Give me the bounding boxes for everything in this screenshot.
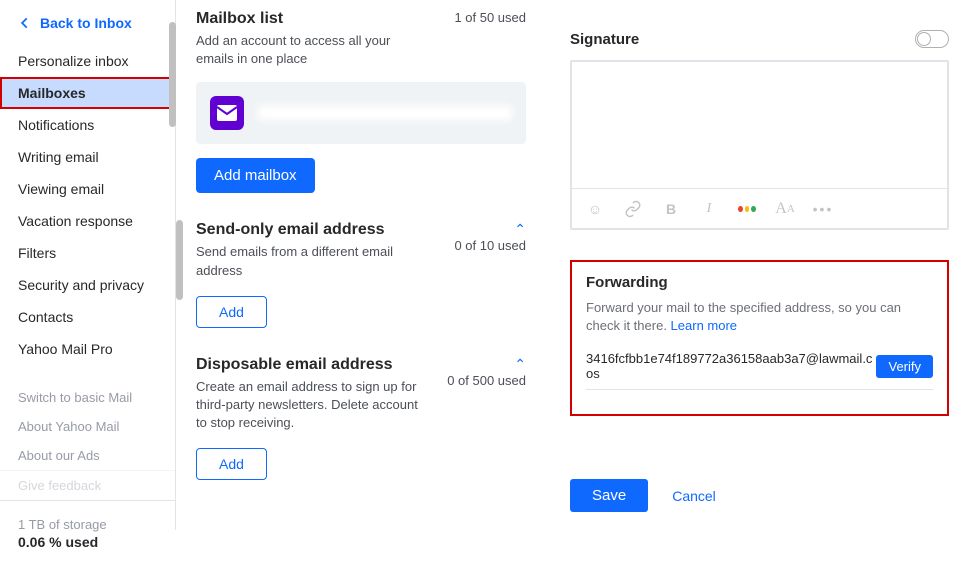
send-only-collapse-icon[interactable]: ⌃: [454, 221, 526, 238]
signature-toolbar: ☺ B I AA •••: [572, 188, 947, 228]
font-size-icon[interactable]: AA: [776, 200, 794, 218]
save-button[interactable]: Save: [570, 479, 648, 512]
nav-viewing-email[interactable]: Viewing email: [0, 173, 175, 205]
bold-icon[interactable]: B: [662, 200, 680, 218]
mailbox-list-title: Mailbox list: [196, 10, 426, 28]
arrow-left-icon: [18, 16, 32, 30]
back-label: Back to Inbox: [40, 15, 132, 31]
settings-nav: Personalize inbox Mailboxes Notification…: [0, 45, 175, 365]
sidebar-secondary-links: Switch to basic Mail About Yahoo Mail Ab…: [0, 383, 175, 500]
send-only-used: 0 of 10 used: [454, 238, 526, 253]
cancel-button[interactable]: Cancel: [672, 488, 716, 504]
send-only-title: Send-only email address: [196, 221, 426, 239]
signature-toggle[interactable]: [915, 30, 949, 48]
storage-info: 1 TB of storage 0.06 % used: [0, 500, 175, 568]
add-disposable-button[interactable]: Add: [196, 448, 267, 480]
forwarding-section: Forwarding Forward your mail to the spec…: [570, 260, 949, 416]
nav-mailboxes[interactable]: Mailboxes: [0, 77, 175, 109]
nav-contacts[interactable]: Contacts: [0, 301, 175, 333]
mailboxes-panel: Mailbox list Add an account to access al…: [176, 0, 546, 530]
signature-editor: ☺ B I AA •••: [570, 60, 949, 230]
link-about-ads[interactable]: About our Ads: [0, 441, 175, 470]
right-panel: Signature ☺ B I AA ••• Forwarding Forwar…: [546, 0, 979, 530]
send-only-desc: Send emails from a different email addre…: [196, 243, 426, 279]
signature-title: Signature: [570, 31, 639, 48]
nav-notifications[interactable]: Notifications: [0, 109, 175, 141]
section-send-only: Send-only email address Send emails from…: [196, 221, 526, 327]
add-send-only-button[interactable]: Add: [196, 296, 267, 328]
nav-personalize-inbox[interactable]: Personalize inbox: [0, 45, 175, 77]
disposable-title: Disposable email address: [196, 356, 426, 374]
sidebar-scrollbar[interactable]: [169, 22, 176, 127]
mailbox-account-row[interactable]: [196, 82, 526, 144]
storage-used: 0.06 % used: [18, 534, 157, 550]
mailbox-account-name-redacted: [258, 106, 512, 120]
nav-security-privacy[interactable]: Security and privacy: [0, 269, 175, 301]
disposable-desc: Create an email address to sign up for t…: [196, 378, 426, 433]
more-icon[interactable]: •••: [814, 200, 832, 218]
add-mailbox-button[interactable]: Add mailbox: [196, 158, 315, 193]
nav-writing-email[interactable]: Writing email: [0, 141, 175, 173]
link-icon[interactable]: [624, 200, 642, 218]
link-give-feedback[interactable]: Give feedback: [0, 470, 175, 500]
mailbox-list-desc: Add an account to access all your emails…: [196, 32, 426, 68]
forwarding-email: 3416fcfbb1e74f189772a36158aab3a7@lawmail…: [586, 351, 876, 381]
settings-sidebar: Back to Inbox Personalize inbox Mailboxe…: [0, 0, 176, 530]
link-about-mail[interactable]: About Yahoo Mail: [0, 412, 175, 441]
italic-icon[interactable]: I: [700, 200, 718, 218]
back-to-inbox-link[interactable]: Back to Inbox: [0, 15, 175, 45]
forwarding-learn-more-link[interactable]: Learn more: [671, 318, 737, 333]
section-disposable: Disposable email address Create an email…: [196, 356, 526, 481]
verify-button[interactable]: Verify: [876, 355, 933, 378]
section-mailbox-list: Mailbox list Add an account to access al…: [196, 10, 526, 193]
forwarding-title: Forwarding: [586, 274, 933, 291]
forwarding-desc: Forward your mail to the specified addre…: [586, 299, 933, 335]
mail-icon: [210, 96, 244, 130]
disposable-collapse-icon[interactable]: ⌃: [447, 356, 526, 373]
emoji-icon[interactable]: ☺: [586, 200, 604, 218]
disposable-used: 0 of 500 used: [447, 373, 526, 388]
link-switch-basic[interactable]: Switch to basic Mail: [0, 383, 175, 412]
nav-filters[interactable]: Filters: [0, 237, 175, 269]
mailbox-list-used: 1 of 50 used: [454, 10, 526, 25]
action-buttons: Save Cancel: [570, 479, 716, 512]
nav-yahoo-mail-pro[interactable]: Yahoo Mail Pro: [0, 333, 175, 365]
text-color-icon[interactable]: [738, 200, 756, 218]
nav-vacation-response[interactable]: Vacation response: [0, 205, 175, 237]
signature-textarea[interactable]: [572, 62, 947, 188]
middle-scrollbar[interactable]: [176, 220, 183, 300]
